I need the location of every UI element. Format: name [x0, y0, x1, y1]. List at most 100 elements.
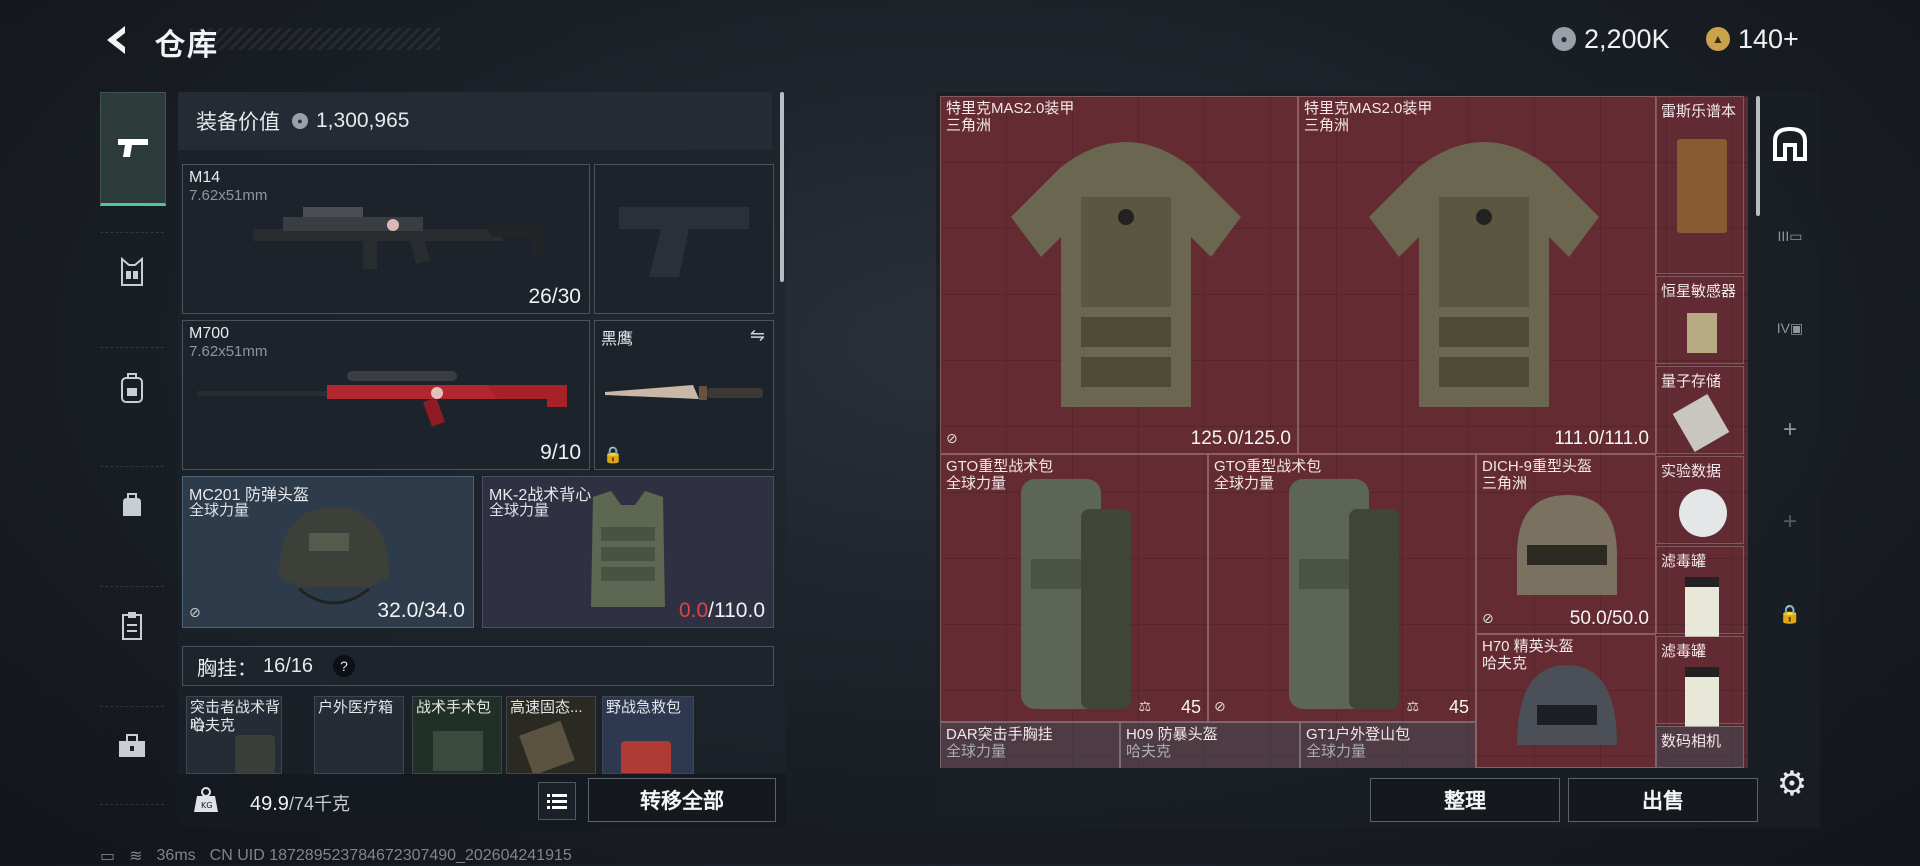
back-arrow-icon [107, 26, 125, 54]
weight-icon: ⚖ [1406, 698, 1419, 714]
container-side-item[interactable]: 恒星敏感器 [1656, 276, 1744, 364]
no-repair-icon: ⊘ [946, 430, 958, 446]
container-item[interactable]: 特里克MAS2.0装甲 三角洲 111.0/111.0 [1298, 96, 1656, 454]
loadout-scrollbar[interactable] [780, 92, 784, 282]
container-item[interactable]: H09 防暴头盔 哈夫克 [1120, 722, 1300, 768]
rail-chest-rig[interactable] [100, 240, 164, 304]
container-side-item[interactable]: 实验数据 [1656, 456, 1744, 544]
container-side-item[interactable]: 数码相机 [1656, 726, 1744, 768]
gear-icon: ⚙ [1776, 765, 1808, 803]
armor-slot[interactable]: MK-2战术背心 全球力量 0.0/110.0 [482, 476, 774, 628]
container-item[interactable]: GTO重型战术包 全球力量 ⊘ ⚖ 45 [1208, 454, 1476, 722]
sidearm-slot[interactable] [594, 164, 774, 314]
container-item[interactable]: DICH-9重型头盔 三角洲 ⊘ 50.0/50.0 [1476, 454, 1656, 634]
rail-clipboard[interactable] [100, 594, 164, 658]
add-icon: + [1782, 416, 1797, 443]
melee-name: 黑鹰 [601, 331, 634, 348]
weight-icon-button[interactable]: KG [186, 780, 226, 820]
vest-icon [591, 491, 665, 607]
container-icon [1773, 126, 1807, 161]
equipment-value: 1,300,965 [316, 109, 410, 132]
lock-icon: 🔒 [1778, 603, 1802, 624]
vest-thumb [235, 735, 275, 773]
wifi-icon: ≋ [129, 848, 143, 865]
sensor-thumb [1687, 313, 1717, 353]
container-item[interactable]: 特里克MAS2.0装甲 三角洲 ⊘ 125.0/125.0 [940, 96, 1298, 454]
page-title: 仓库 [155, 29, 219, 62]
chest-rig-label: 胸挂： [197, 657, 257, 680]
container-scrollbar[interactable] [1756, 96, 1760, 216]
chest-item[interactable]: 突击者战术背心 哈夫克 [186, 696, 282, 774]
equipment-value-label: 装备价值 [196, 111, 280, 134]
tab-add[interactable]: + [1762, 402, 1818, 458]
rail-backpack[interactable] [100, 356, 164, 420]
knife-icon [605, 385, 763, 400]
weapon-ammo: 9/10 [540, 441, 581, 464]
list-view-button[interactable] [538, 782, 576, 820]
surgical-kit-thumb [433, 731, 483, 771]
swap-icon[interactable]: ⇋ [750, 325, 765, 346]
chest-item[interactable]: 户外医疗箱 [314, 696, 404, 774]
rail-weapons[interactable] [100, 92, 166, 206]
rail-pouch[interactable] [100, 474, 164, 538]
chest-rig-icon [121, 257, 143, 286]
help-icon[interactable]: ? [333, 655, 356, 677]
tab-case-iii[interactable]: III▭ [1762, 208, 1818, 264]
weight-icon: KG [194, 787, 218, 812]
melee-slot[interactable]: 黑鹰 ⇋ 🔒 [594, 320, 774, 470]
pistol-silhouette-icon [619, 207, 749, 277]
silver-currency[interactable]: ● 2,200K [1552, 22, 1670, 56]
carry-weight: 49.9/74千克 [250, 793, 350, 815]
sell-button[interactable]: 出售 [1568, 778, 1758, 822]
container-item[interactable]: H70 精英头盔 哈夫克 [1476, 634, 1656, 768]
backpack-icon [121, 373, 143, 403]
chest-item[interactable]: 战术手术包 [412, 696, 502, 774]
container-grid: 特里克MAS2.0装甲 三角洲 ⊘ 125.0/125.0 特里克MAS2.0装… [940, 96, 1748, 768]
container-item[interactable]: DAR突击手胸挂 全球力量 [940, 722, 1120, 768]
primary-weapon-slot[interactable]: M14 7.62x51mm 26/30 [182, 164, 590, 314]
container-tabs: III▭ IV▣ + + 🔒 [1762, 96, 1818, 776]
sniper-rifle-icon [197, 371, 567, 427]
list-icon [547, 794, 567, 809]
tab-case-iv[interactable]: IV▣ [1762, 300, 1818, 356]
container-side-item[interactable]: 雷斯乐谱本 [1656, 96, 1744, 274]
canister-thumb [1685, 577, 1719, 637]
tab-locked: 🔒 [1762, 586, 1818, 642]
ping-value: 36ms [156, 847, 196, 864]
weight-icon: ⚖ [1138, 698, 1151, 714]
tab-container[interactable] [1762, 116, 1818, 172]
clipboard-icon [122, 612, 142, 640]
no-repair-icon: ⊘ [189, 604, 201, 620]
case-iv-icon: IV▣ [1776, 319, 1804, 336]
rail-toolbox[interactable] [100, 714, 164, 778]
case-iii-icon: III▭ [1777, 227, 1803, 244]
container-side-item[interactable]: 滤毒罐 [1656, 546, 1744, 637]
helmet-durability: 32.0/34.0 [377, 599, 465, 622]
no-repair-icon: ⊘ [1482, 610, 1494, 626]
add-icon: + [1782, 508, 1797, 535]
secondary-weapon-slot[interactable]: M700 7.62x51mm 9/10 [182, 320, 590, 470]
pouch-icon [123, 493, 141, 516]
chest-rig-header: 胸挂： 16/16 ? [182, 646, 774, 686]
organize-button[interactable]: 整理 [1370, 778, 1560, 822]
chest-item[interactable]: 野战急救包 [602, 696, 694, 774]
armor-durability: 0.0/110.0 [678, 599, 765, 622]
container-item[interactable]: GTO重型战术包 全球力量 ⚖ 45 [940, 454, 1208, 722]
container-side-item[interactable]: 滤毒罐 [1656, 636, 1744, 727]
gold-amount: 140+ [1738, 23, 1799, 54]
status-bar: ▭ ≋ 36ms CN UID 1872895237846723074​90_2… [100, 846, 572, 866]
gold-currency[interactable]: ▲ 140+ [1706, 22, 1799, 56]
back-button[interactable] [98, 22, 138, 58]
tab-add[interactable]: + [1762, 494, 1818, 550]
transfer-all-button[interactable]: 转移全部 [588, 778, 776, 822]
helmet-origin: 全球力量 [189, 502, 250, 519]
settings-button[interactable]: ⚙ [1772, 764, 1812, 804]
container-side-item[interactable]: 量子存储 [1656, 366, 1744, 454]
helmet-slot[interactable]: MC201 防弹头盔 全球力量 ⊘ 32.0/34.0 [182, 476, 474, 628]
chest-item[interactable]: 高速固态... [506, 696, 596, 774]
title-decoration [190, 28, 440, 50]
ssd-thumb [519, 720, 575, 773]
silver-coin-icon: ● [292, 113, 308, 129]
toolbox-icon [119, 734, 145, 757]
container-item[interactable]: GT1户外登山包 全球力量 [1300, 722, 1476, 768]
